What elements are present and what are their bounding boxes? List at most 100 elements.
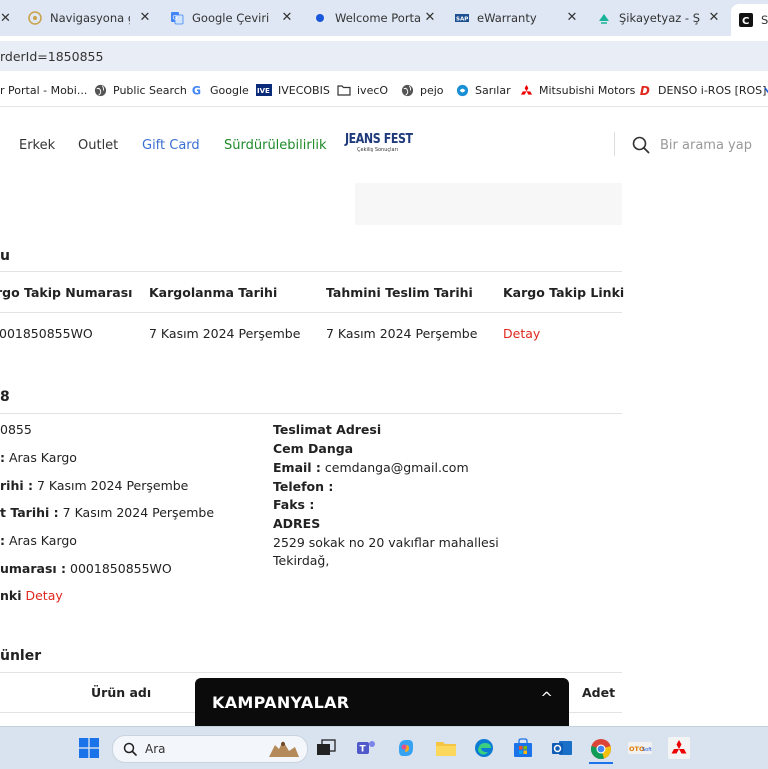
mitsubishi-icon: [519, 83, 533, 97]
bookmark-mitsubishi[interactable]: Mitsubishi Motors: [519, 82, 635, 98]
bookmarks-bar: r Portal - Mobi... Public Search G Googl…: [0, 74, 768, 107]
info-label: nki: [0, 588, 22, 603]
tab-navigation[interactable]: Navigasyona gö ✕: [28, 4, 152, 32]
folder-icon: [337, 83, 351, 97]
tab-sikayetyaz[interactable]: Şikayetyaz - Şika ✕: [597, 4, 721, 32]
info-value: 0001850855WO: [66, 561, 172, 576]
info-value: Aras Kargo: [5, 533, 77, 548]
search-input[interactable]: Bir arama yap: [660, 138, 752, 153]
chevron-up-icon[interactable]: ^: [540, 689, 553, 707]
tracking-number-cell: 001850855WO: [0, 326, 93, 341]
bookmark-portal[interactable]: r Portal - Mobi...: [0, 82, 87, 98]
jeans-fest-logo[interactable]: JEANS FEST Çekiliş Sonuçları: [345, 133, 413, 161]
outlook-icon[interactable]: [550, 736, 574, 760]
bookmarks-overflow-icon[interactable]: [764, 82, 768, 98]
bookmark-denso[interactable]: D DENSO i-ROS [ROS]: [638, 82, 766, 98]
info-value: 0855: [0, 422, 32, 437]
order-detail-link[interactable]: Detay: [22, 588, 62, 603]
file-explorer-icon[interactable]: [434, 736, 458, 760]
address-line-2: Tekirdağ,: [273, 553, 330, 568]
iveco-icon: IVE: [256, 83, 272, 97]
email-value: cemdanga@gmail.com: [320, 460, 469, 475]
nav-outlet[interactable]: Outlet: [78, 138, 118, 153]
svg-text:IVE: IVE: [257, 87, 270, 95]
mitsubishi-app-icon[interactable]: [667, 736, 691, 760]
order-section-title: 8: [0, 389, 10, 405]
info-value: 7 Kasım 2024 Perşembe: [32, 478, 189, 493]
microsoft-store-icon[interactable]: [511, 736, 535, 760]
products-section-title: ünler: [0, 648, 42, 664]
copilot-icon[interactable]: [394, 736, 418, 760]
tab-active[interactable]: C Si: [731, 4, 768, 36]
email-label: Email :: [273, 460, 321, 475]
taskbar-search[interactable]: Ara: [112, 735, 308, 763]
tab-close-partial[interactable]: ✕: [0, 4, 12, 32]
globe-icon: [93, 83, 107, 97]
browser-tab-bar: ✕ Navigasyona gö ✕ G Google Çeviri ✕ Wel…: [0, 0, 768, 36]
url-field[interactable]: [0, 41, 768, 71]
chrome-icon[interactable]: [589, 736, 613, 764]
navigation-site-icon: [28, 11, 42, 25]
tab-welcome-portal[interactable]: Welcome Portal ✕: [313, 4, 437, 32]
bookmark-label: ivecO: [357, 83, 389, 97]
order-number-line: 0855: [0, 422, 32, 437]
close-icon[interactable]: ✕: [707, 10, 721, 25]
sikayetyaz-icon: [597, 11, 611, 25]
url-text[interactable]: rderId=1850855: [0, 49, 103, 64]
divider: [0, 271, 622, 272]
svg-text:G: G: [191, 84, 200, 96]
phone-label: Telefon :: [273, 479, 334, 494]
close-icon[interactable]: ✕: [280, 10, 294, 25]
tab-google-translate[interactable]: G Google Çeviri ✕: [170, 4, 294, 32]
bookmark-pejo[interactable]: pejo: [400, 82, 444, 98]
edge-icon[interactable]: [472, 736, 496, 760]
divider: [614, 132, 615, 156]
bookmark-ivecobis[interactable]: IVE IVECOBIS: [256, 82, 330, 98]
close-icon[interactable]: ✕: [423, 10, 437, 25]
bookmark-label: IVECOBIS: [278, 83, 330, 97]
bookmark-sarilar[interactable]: Sarılar: [455, 82, 511, 98]
search-icon: [123, 741, 137, 760]
col-header-product-name: Ürün adı: [91, 685, 152, 700]
tab-ewarranty[interactable]: SAP eWarranty ✕: [455, 4, 579, 32]
tab-label: Navigasyona gö: [50, 11, 130, 25]
col-header-tracking-number: rgo Takip Numarası: [0, 285, 133, 300]
logo-subtext: Çekiliş Sonuçları: [357, 147, 399, 153]
globe-icon: [400, 83, 414, 97]
close-icon[interactable]: ✕: [138, 10, 152, 25]
fax-label: Faks :: [273, 497, 315, 512]
carrier-line: : Aras Kargo: [0, 533, 77, 548]
search-icon[interactable]: [632, 136, 650, 154]
site-header: Erkek Outlet Gift Card Sürdürülebilirlik…: [0, 106, 768, 186]
tab-label: Şikayetyaz - Şika: [619, 11, 701, 25]
nav-gift-card[interactable]: Gift Card: [142, 138, 200, 153]
svg-text:G: G: [173, 15, 178, 22]
bookmark-public-search[interactable]: Public Search: [93, 82, 187, 98]
close-icon[interactable]: ✕: [565, 10, 579, 25]
bookmark-iveco-folder[interactable]: ivecO: [337, 82, 388, 98]
svg-text:SAP: SAP: [456, 17, 468, 23]
bookmark-google[interactable]: G Google: [190, 82, 249, 98]
tracking-number-line: umarası : 0001850855WO: [0, 561, 172, 576]
delivery-address-heading: Teslimat Adresi: [273, 422, 382, 437]
otosoft-icon[interactable]: OTO Soft: [628, 736, 652, 760]
bookmark-label: Google: [210, 83, 249, 97]
estimated-date-cell: 7 Kasım 2024 Perşembe: [326, 326, 478, 341]
nav-erkek[interactable]: Erkek: [19, 138, 55, 153]
campaigns-panel[interactable]: KAMPANYALAR ^: [195, 678, 569, 726]
taskbar: Ara T OTO Soft: [0, 726, 768, 769]
teams-icon[interactable]: T: [354, 736, 378, 760]
tracking-detail-link[interactable]: Detay: [503, 326, 540, 341]
tab-label: Google Çeviri: [192, 11, 270, 25]
col-header-tracking-link: Kargo Takip Linki: [503, 285, 625, 300]
task-view-icon[interactable]: [314, 736, 338, 760]
address-line-1: 2529 sokak no 20 vakıflar mahallesi: [273, 535, 499, 550]
campaigns-title: KAMPANYALAR: [212, 693, 350, 712]
google-translate-icon: G: [170, 11, 184, 25]
search-highlight-icon: [265, 737, 301, 765]
delivery-date-line: t Tarihi : 7 Kasım 2024 Perşembe: [0, 505, 214, 520]
tracking-link-line: nki Detay: [0, 588, 63, 603]
nav-surdurulebilirlik[interactable]: Sürdürülebilirlik: [224, 138, 326, 153]
windows-start-icon[interactable]: [77, 736, 101, 760]
close-icon[interactable]: ✕: [0, 11, 11, 26]
